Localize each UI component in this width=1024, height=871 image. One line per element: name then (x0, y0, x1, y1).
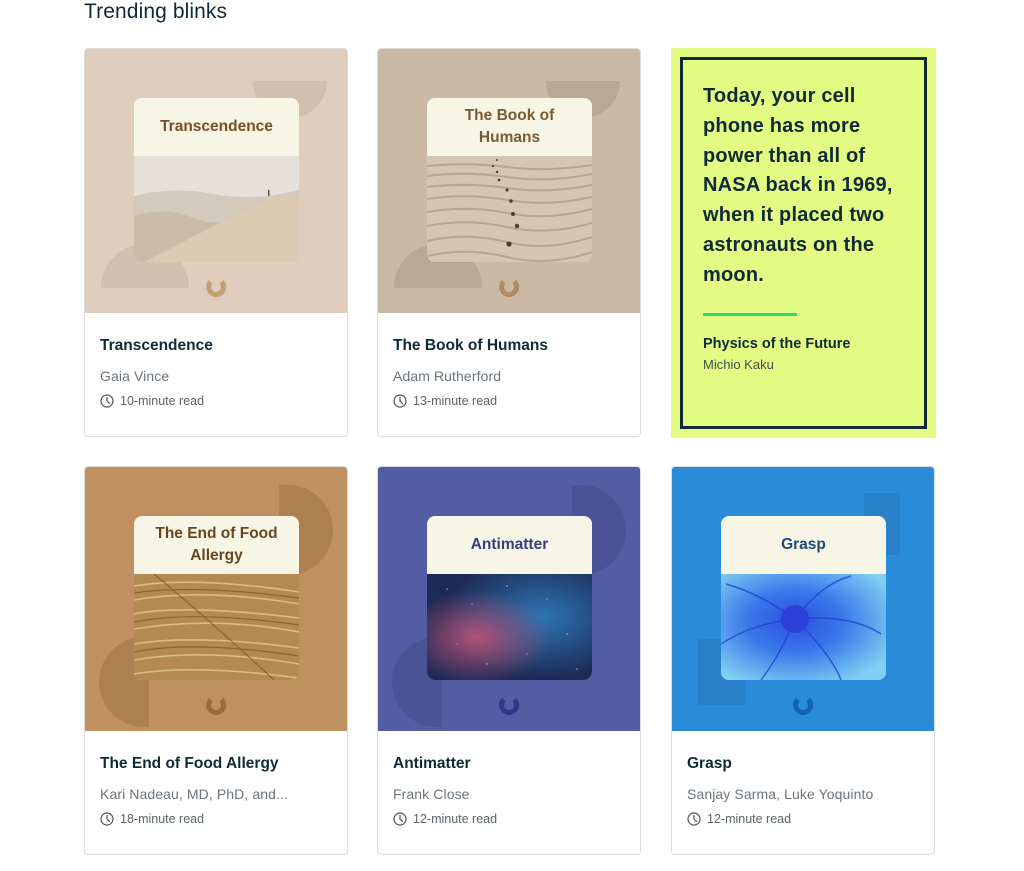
book-card-grasp[interactable]: Grasp Grasp Sanjay Sarma, Luke Yoquinto … (671, 466, 935, 855)
book-author: Kari Nadeau, MD, PhD, and... (100, 786, 288, 802)
book-card-the-book-of-humans[interactable]: The Book of Humans The Book of Humans Ad… (377, 48, 641, 437)
read-duration: 12-minute read (687, 812, 924, 826)
clock-icon (687, 812, 701, 826)
book-cover-art: Antimatter (427, 516, 592, 680)
blinkist-logo-icon (793, 694, 814, 715)
book-cover-art: The Book of Humans (427, 98, 592, 262)
cover-title: The Book of Humans (464, 107, 555, 146)
book-cover: The Book of Humans (378, 49, 640, 313)
cover-image-wheat (134, 574, 299, 680)
book-cover: The End of Food Allergy (85, 467, 347, 731)
cover-title: Transcendence (160, 118, 273, 135)
blinkist-logo-icon (206, 694, 227, 715)
cover-image-desert (134, 156, 299, 262)
read-duration: 12-minute read (393, 812, 630, 826)
quote-text: Today, your cell phone has more power th… (703, 85, 893, 286)
book-title[interactable]: The Book of Humans (393, 337, 630, 355)
blinkist-logo-icon (499, 276, 520, 297)
book-cover: Transcendence (85, 49, 347, 313)
cover-title: Antimatter (470, 536, 549, 553)
section-title: Trending blinks (84, 0, 228, 23)
read-duration: 18-minute read (100, 812, 337, 826)
book-card-antimatter[interactable]: Antimatter Antimatter Frank Close 12-min… (377, 466, 641, 855)
book-cover-art: Transcendence (134, 98, 299, 262)
book-author: Frank Close (393, 786, 470, 802)
quote-book-title[interactable]: Physics of the Future (703, 336, 904, 352)
quote-author: Michio Kaku (703, 356, 774, 372)
cover-image-nebula (427, 574, 592, 680)
book-cover: Grasp (672, 467, 934, 731)
clock-icon (393, 394, 407, 408)
duration-label: 13-minute read (413, 394, 498, 408)
book-cover: Antimatter (378, 467, 640, 731)
cover-image-blue-marble (721, 574, 886, 680)
duration-label: 18-minute read (120, 812, 205, 826)
clock-icon (393, 812, 407, 826)
cover-image-sand-footprints (427, 156, 592, 262)
cover-title: Grasp (781, 536, 826, 553)
quote-card[interactable]: Today, your cell phone has more power th… (671, 48, 936, 438)
book-card-the-end-of-food-allergy[interactable]: The End of Food Allergy The End of Food … (84, 466, 348, 855)
book-cover-art: The End of Food Allergy (134, 516, 299, 680)
read-duration: 10-minute read (100, 394, 337, 408)
clock-icon (100, 812, 114, 826)
quote-divider (703, 312, 797, 316)
duration-label: 12-minute read (707, 812, 792, 826)
book-title[interactable]: Transcendence (100, 337, 337, 355)
cover-title: The End of Food Allergy (155, 525, 278, 564)
book-title[interactable]: The End of Food Allergy (100, 755, 337, 773)
duration-label: 10-minute read (120, 394, 205, 408)
book-card-transcendence[interactable]: Transcendence Transcendence Gaia Vince 1… (84, 48, 348, 437)
read-duration: 13-minute read (393, 394, 630, 408)
book-author: Sanjay Sarma, Luke Yoquinto (687, 786, 874, 802)
book-author: Adam Rutherford (393, 368, 502, 384)
book-title[interactable]: Antimatter (393, 755, 630, 773)
blinkist-logo-icon (206, 276, 227, 297)
book-author: Gaia Vince (100, 368, 170, 384)
book-cover-art: Grasp (721, 516, 886, 680)
duration-label: 12-minute read (413, 812, 498, 826)
book-title[interactable]: Grasp (687, 755, 924, 773)
clock-icon (100, 394, 114, 408)
blinkist-logo-icon (499, 694, 520, 715)
quote-frame: Today, your cell phone has more power th… (680, 57, 927, 429)
